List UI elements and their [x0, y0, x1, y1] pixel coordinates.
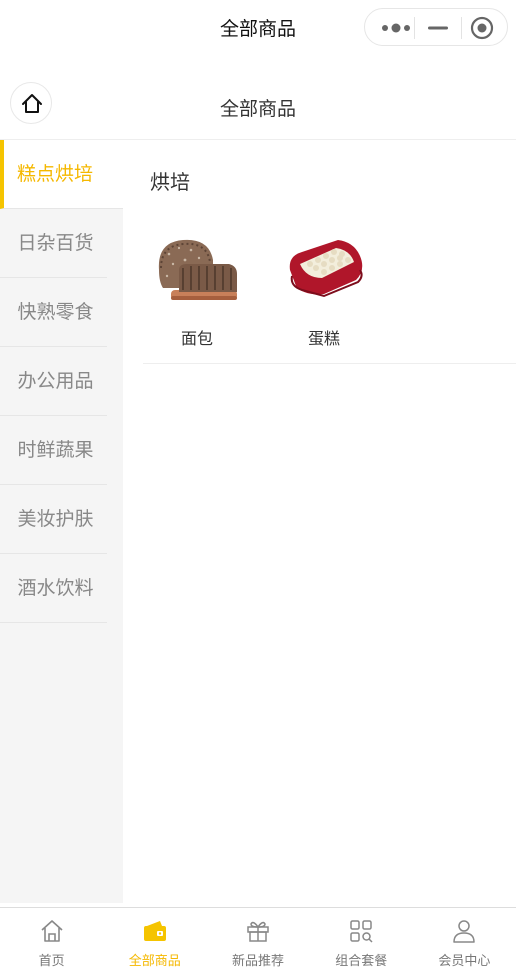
product-card-bread[interactable]: 面包 [143, 230, 251, 350]
miniprogram-capsule [364, 8, 508, 46]
grid-icon [350, 920, 373, 943]
tab-label: 组合套餐 [335, 954, 388, 969]
product-content: 烘培 面包 蛋糕 [123, 140, 516, 903]
tab-label: 会员中心 [438, 954, 491, 969]
wallet-icon [143, 921, 166, 941]
product-grid: 面包 蛋糕 [143, 230, 516, 364]
capsule-divider [461, 17, 462, 39]
page-title: 全部商品 [219, 98, 296, 120]
gift-icon [247, 921, 269, 942]
tab-label: 新品推荐 [232, 954, 285, 969]
product-name: 面包 [180, 329, 213, 348]
sidebar-item-produce[interactable]: 时鲜蔬果 [0, 416, 107, 485]
category-sidebar: 糕点烘培 日杂百货 快熟零食 办公用品 时鲜蔬果 美妆护肤 酒水饮料 [0, 140, 123, 903]
tab-home[interactable]: 首页 [0, 908, 103, 973]
product-card-cake[interactable]: 蛋糕 [270, 230, 378, 350]
more-icon[interactable] [379, 19, 413, 37]
page-header: 全部商品 [0, 68, 516, 140]
cake-image [289, 240, 363, 298]
sidebar-item-office[interactable]: 办公用品 [0, 347, 107, 416]
bread-image [158, 239, 237, 300]
minimize-icon[interactable] [427, 19, 449, 37]
tab-label: 首页 [38, 954, 65, 969]
title-bar: 全部商品 [0, 0, 516, 56]
tab-new-products[interactable]: 新品推荐 [206, 908, 309, 973]
capsule-divider [414, 17, 415, 39]
user-icon [453, 920, 476, 943]
sidebar-item-snacks[interactable]: 快熟零食 [0, 278, 107, 347]
home-icon [41, 920, 63, 942]
sidebar-item-bakery[interactable]: 糕点烘培 [0, 140, 123, 209]
sidebar-item-groceries[interactable]: 日杂百货 [0, 209, 107, 278]
tab-all-products[interactable]: 全部商品 [103, 908, 206, 973]
tab-label: 全部商品 [128, 954, 181, 969]
close-target-icon[interactable] [470, 16, 494, 40]
tab-combo-packages[interactable]: 组合套餐 [310, 908, 413, 973]
section-title: 烘培 [150, 170, 190, 194]
product-name: 蛋糕 [307, 329, 340, 348]
sidebar-item-drinks[interactable]: 酒水饮料 [0, 554, 107, 623]
tab-member-center[interactable]: 会员中心 [413, 908, 516, 973]
sidebar-item-beauty[interactable]: 美妆护肤 [0, 485, 107, 554]
bottom-tab-bar: 首页 全部商品 新品推荐 组合套餐 会员中心 [0, 907, 516, 973]
